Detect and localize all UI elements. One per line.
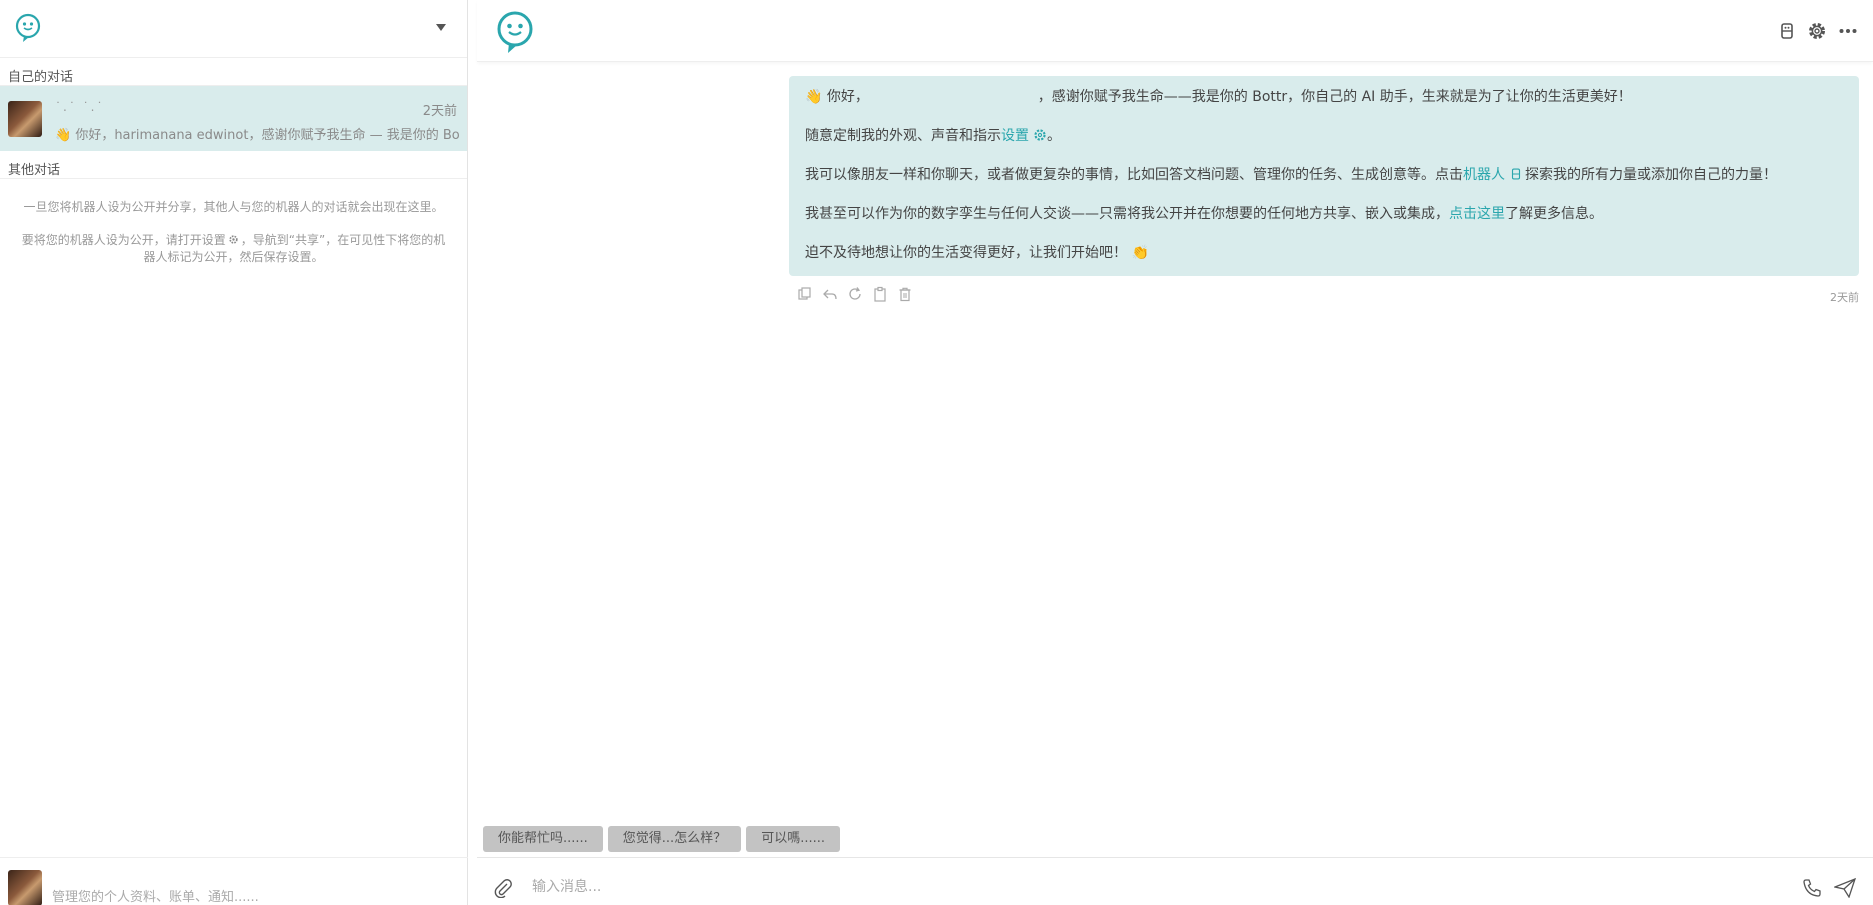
message-actions (797, 286, 913, 304)
message-explore-text: 探索我的所有力量或添加你自己的力量！ (1525, 167, 1777, 183)
suggestion-chip[interactable]: 可以嗎...... (746, 826, 840, 852)
message-period: 。 (1047, 128, 1061, 144)
conversation-item[interactable]: ˙.˙ ˙.˙ 2天前 👋 你好，harimanana edwinot，感谢你赋… (0, 86, 467, 151)
user-avatar (8, 870, 42, 905)
chat-area: 👋 你好， ，感谢你赋予我生命——我是你的 Bottr，你自己的 AI 助手，生… (477, 62, 1873, 820)
sidebar: 自己的对话 ˙.˙ ˙.˙ 2天前 👋 你好，harimanana edwino… (0, 0, 468, 905)
settings-hint-text: 要将您的机器人设为公开，请打开设置 ，导航到“共享”，在可见性下将您的机器人标记为… (0, 232, 467, 266)
message-twin-text: 我甚至可以作为你的数字孪生与任何人交谈——只需将我公开并在你想要的任何地方共享、… (805, 206, 1449, 222)
conversation-preview: 👋 你好，harimanana edwinot，感谢你赋予我生命 — 我是你的 … (55, 128, 459, 143)
more-icon[interactable] (1838, 21, 1858, 41)
message-paragraph-4: 我甚至可以作为你的数字孪生与任何人交谈——只需将我公开并在你想要的任何地方共享、… (805, 203, 1843, 225)
gear-icon[interactable] (1033, 128, 1047, 142)
learn-more-link[interactable]: 点击这里 (1449, 206, 1505, 222)
message-customize-text: 随意定制我的外观、声音和指示 (805, 128, 1001, 144)
phone-icon[interactable] (1802, 878, 1822, 898)
conversation-name: ˙.˙ ˙.˙ (55, 100, 105, 114)
profile-footer[interactable]: 管理您的个人资料、账单、通知...... (0, 857, 468, 905)
own-conversations-label: 自己的对话 (0, 58, 467, 86)
account-dropdown-icon[interactable] (436, 24, 446, 31)
bot-icon[interactable] (1777, 21, 1797, 41)
reply-icon[interactable] (822, 286, 838, 302)
trash-icon[interactable] (897, 286, 913, 302)
message-composer (477, 857, 1873, 905)
suggestion-chip[interactable]: 您觉得...怎么样？ (607, 826, 742, 852)
clap-emoji: 👏 (1131, 245, 1149, 261)
gear-icon[interactable] (1807, 21, 1827, 41)
message-paragraph-1: 👋 你好， ，感谢你赋予我生命——我是你的 Bottr，你自己的 AI 助手，生… (805, 86, 1843, 108)
copy-icon[interactable] (797, 286, 813, 302)
message-closing-text: 迫不及待地想让你的生活变得更好，让我们开始吧！ (805, 245, 1127, 261)
clipboard-icon[interactable] (872, 286, 888, 302)
message-greeting: 你好， (826, 89, 869, 105)
refresh-icon[interactable] (847, 286, 863, 302)
public-hint-text: 一旦您将机器人设为公开并分享，其他人与您的机器人的对话就会出现在这里。 (23, 200, 444, 214)
settings-link[interactable]: 设置 (1001, 128, 1029, 144)
message-paragraph-5: 迫不及待地想让你的生活变得更好，让我们开始吧！ 👏 (805, 242, 1843, 264)
conversation-time: 2天前 (422, 104, 457, 119)
message-more-info-text: 了解更多信息。 (1505, 206, 1603, 222)
bots-link[interactable]: 机器人 (1463, 167, 1505, 183)
profile-footer-text: 管理您的个人资料、账单、通知...... (52, 890, 259, 905)
message-abilities-text: 我可以像朋友一样和你聊天，或者做更复杂的事情，比如回答文档问题、管理你的任务、生… (805, 167, 1463, 183)
bot-icon[interactable] (1509, 167, 1523, 181)
paperclip-icon[interactable] (493, 878, 513, 898)
main-panel: 👋 你好， ，感谢你赋予我生命——我是你的 Bottr，你自己的 AI 助手，生… (477, 0, 1873, 905)
suggestion-chips: 你能帮忙吗...... 您觉得...怎么样？ 可以嗎...... (483, 826, 840, 852)
app: 自己的对话 ˙.˙ ˙.˙ 2天前 👋 你好，harimanana edwino… (0, 0, 1873, 905)
message-time: 2天前 (1830, 291, 1859, 304)
send-icon[interactable] (1834, 878, 1856, 898)
message-paragraph-3: 我可以像朋友一样和你聊天，或者做更复杂的事情，比如回答文档问题、管理你的任务、生… (805, 164, 1843, 186)
bot-logo-icon[interactable] (495, 10, 535, 54)
logo-icon[interactable] (14, 13, 42, 43)
other-conversations-label: 其他对话 (0, 151, 467, 179)
message-input[interactable] (532, 875, 1732, 899)
message-paragraph-2: 随意定制我的外观、声音和指示设置 。 (805, 125, 1843, 147)
sidebar-header (0, 0, 467, 58)
gear-icon (229, 235, 238, 244)
bot-message: 👋 你好， ，感谢你赋予我生命——我是你的 Bottr，你自己的 AI 助手，生… (789, 76, 1859, 276)
settings-hint-part-1: 要将您的机器人设为公开，请打开设置 (21, 233, 226, 247)
avatar (8, 101, 42, 137)
suggestion-chip[interactable]: 你能帮忙吗...... (483, 826, 603, 852)
main-header (477, 0, 1873, 62)
message-intro: ，感谢你赋予我生命——我是你的 Bottr，你自己的 AI 助手，生来就是为了让… (1037, 89, 1632, 105)
wave-emoji: 👋 (805, 89, 823, 105)
